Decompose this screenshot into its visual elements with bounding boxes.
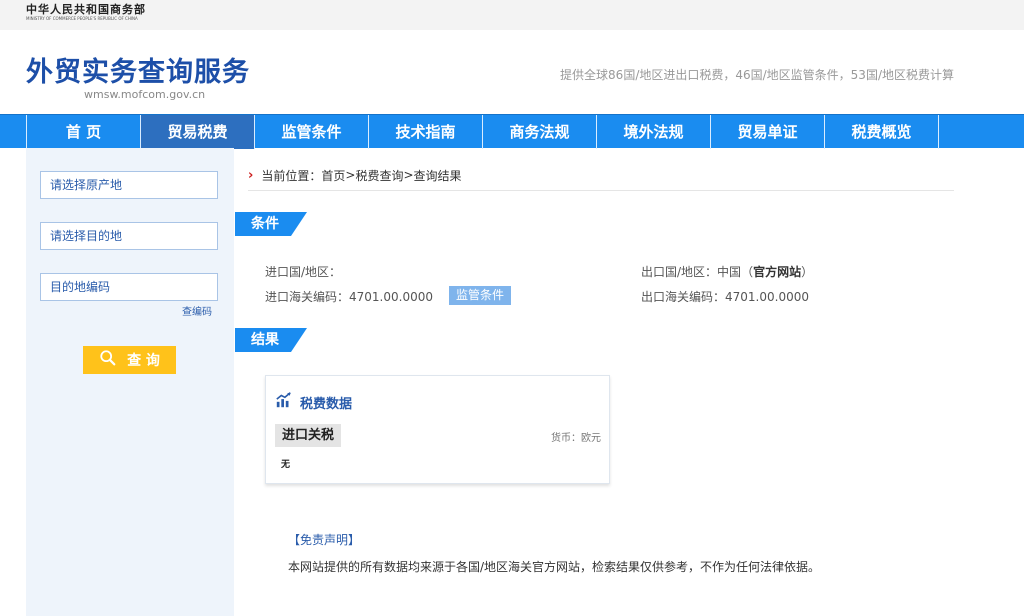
supervision-conditions-button[interactable]: 监管条件: [449, 286, 511, 305]
ministry-logo[interactable]: 中华人民共和国商务部 MINISTRY OF COMMERCE PEOPLE'S…: [26, 4, 146, 22]
search-sidebar: 请选择原产地 请选择目的地 目的地编码 查编码 查 询: [26, 148, 234, 616]
import-code-row: 进口海关编码：4701.00.0000: [265, 288, 433, 305]
site-title[interactable]: 外贸实务查询服务: [26, 50, 250, 89]
import-code-label: 进口海关编码：: [265, 290, 350, 304]
nav-item-home[interactable]: 首 页: [27, 115, 141, 149]
trend-chart-icon: [275, 391, 300, 413]
breadcrumb-tax-query[interactable]: 税费查询: [355, 167, 403, 184]
import-tariff-value: 无: [281, 460, 291, 470]
card-title: 税费数据: [300, 396, 353, 412]
ministry-name-cn: 中华人民共和国商务部: [26, 3, 146, 16]
nav-item-commerce-law[interactable]: 商务法规: [483, 115, 597, 149]
disclaimer-title[interactable]: 【免责声明】: [288, 531, 360, 548]
breadcrumb-separator: >: [403, 168, 414, 182]
results-label: 结果: [235, 328, 291, 352]
ministry-bar: 中华人民共和国商务部 MINISTRY OF COMMERCE PEOPLE'S…: [0, 0, 1024, 30]
breadcrumb-separator: >: [345, 168, 356, 182]
tax-data-card: 税费数据 进口关税 货币：欧元 无: [265, 375, 610, 484]
main-nav: 首 页 贸易税费 监管条件 技术指南 商务法规 境外法规 贸易单证 税费概览: [0, 114, 1024, 149]
destination-select[interactable]: 请选择目的地: [40, 222, 218, 250]
breadcrumb: › 当前位置： 首页 > 税费查询 > 查询结果: [248, 166, 954, 191]
export-code-row: 出口海关编码：4701.00.0000: [641, 288, 809, 305]
nav-item-foreign-law[interactable]: 境外法规: [597, 115, 711, 149]
currency-label: 货币：欧元: [551, 433, 601, 444]
export-code-value: 4701.00.0000: [725, 290, 809, 304]
nav-item-trade-tax[interactable]: 贸易税费: [141, 115, 255, 149]
destination-code-input[interactable]: 目的地编码: [40, 273, 218, 301]
origin-select[interactable]: 请选择原产地: [40, 171, 218, 199]
nav-item-tax-overview[interactable]: 税费概览: [825, 115, 939, 149]
import-country-row: 进口国/地区：: [265, 263, 341, 280]
export-country-row: 出口国/地区：中国（官方网站）: [641, 265, 814, 279]
site-description: 提供全球86国/地区进出口税费，46国/地区监管条件，53国/地区税费计算: [560, 68, 954, 82]
search-icon: [99, 349, 117, 371]
ministry-name-en: MINISTRY OF COMMERCE PEOPLE'S REPUBLIC O…: [26, 16, 138, 21]
disclaimer-text: 本网站提供的所有数据均来源于各国/地区海关官方网站，检索结果仅供参考，不作为任何…: [288, 560, 821, 574]
breadcrumb-prefix: 当前位置：: [261, 168, 322, 183]
import-tariff-label: 进口关税: [275, 424, 342, 447]
site-header: 外贸实务查询服务 wmsw.mofcom.gov.cn 提供全球86国/地区进出…: [0, 30, 1024, 114]
export-country-label: 出口国/地区：: [641, 265, 718, 279]
breadcrumb-current: 查询结果: [413, 168, 462, 183]
import-country-label: 进口国/地区：: [265, 265, 342, 279]
site-url: wmsw.mofcom.gov.cn: [84, 88, 206, 101]
export-country-value: 中国: [717, 265, 742, 279]
lookup-code-link[interactable]: 查编码: [182, 303, 212, 318]
export-code-label: 出口海关编码：: [641, 290, 726, 304]
import-code-value: 4701.00.0000: [349, 290, 433, 304]
official-website-link[interactable]: 官方网站: [753, 265, 801, 279]
query-button-label: 查 询: [127, 353, 160, 369]
conditions-label: 条件: [235, 212, 291, 236]
nav-item-trade-docs[interactable]: 贸易单证: [711, 115, 825, 149]
query-button[interactable]: 查 询: [83, 346, 176, 374]
chevron-right-icon: ›: [248, 167, 254, 183]
card-header: 税费数据: [275, 391, 352, 413]
breadcrumb-home[interactable]: 首页: [321, 167, 345, 184]
nav-item-tech-guide[interactable]: 技术指南: [369, 115, 483, 149]
nav-item-supervision[interactable]: 监管条件: [255, 115, 369, 149]
